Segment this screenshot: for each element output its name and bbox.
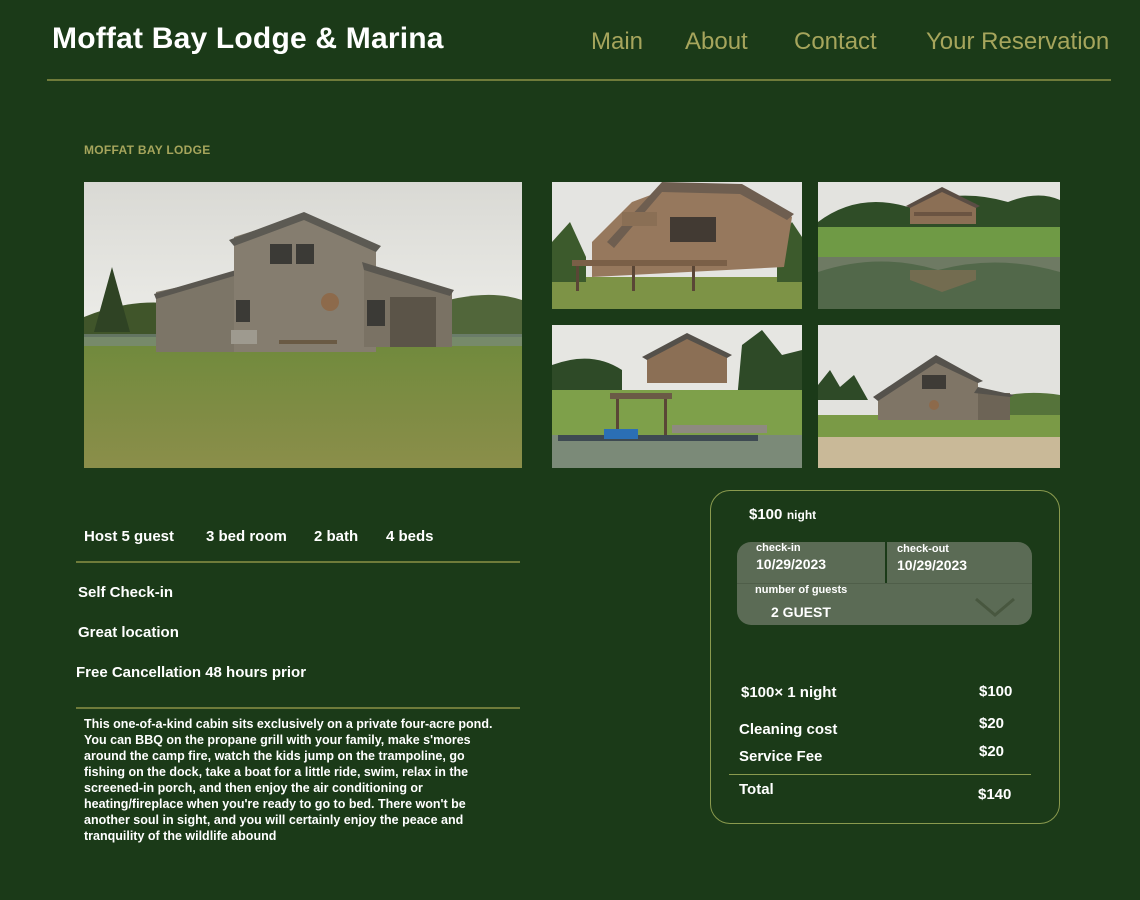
cabin-deck-photo[interactable] xyxy=(552,182,802,309)
booking-card: $100 night check-in 10/29/2023 check-out… xyxy=(710,490,1060,824)
checkin-field[interactable]: 10/29/2023 xyxy=(756,556,826,572)
features-divider xyxy=(76,707,520,709)
checkout-label: check-out xyxy=(897,543,949,555)
cleaning-line-label: Cleaning cost xyxy=(739,721,838,738)
guests-label: number of guests xyxy=(755,584,848,596)
facts-divider xyxy=(76,561,520,563)
price-unit: night xyxy=(786,508,817,522)
header-divider xyxy=(47,79,1111,81)
bedroom-count: 3 bed room xyxy=(206,528,287,545)
dock-photo[interactable] xyxy=(552,325,802,468)
feature-location: Great location xyxy=(78,624,179,641)
guests-select[interactable]: 2 GUEST xyxy=(771,604,831,620)
guest-count: Host 5 guest xyxy=(84,528,175,545)
date-divider xyxy=(885,542,887,583)
checkin-label: check-in xyxy=(756,542,801,554)
feature-self-checkin: Self Check-in xyxy=(78,584,174,601)
nightly-price: $100 night xyxy=(749,506,816,524)
service-fee-amount: $20 xyxy=(979,743,1005,760)
cabin-driveway-photo[interactable] xyxy=(818,325,1060,468)
bed-count: 4 beds xyxy=(386,528,434,545)
nav-contact-link[interactable]: Contact xyxy=(794,28,877,56)
nav-about-link[interactable]: About xyxy=(685,28,748,56)
property-facts: Host 5 guest 3 bed room 2 bath 4 beds xyxy=(0,528,600,548)
checkout-field[interactable]: 10/29/2023 xyxy=(897,557,967,573)
nightly-line-amount: $100 xyxy=(979,683,1013,700)
bath-count: 2 bath xyxy=(314,528,359,545)
cleaning-line-amount: $20 xyxy=(979,715,1005,732)
nav-reservation-link[interactable]: Your Reservation xyxy=(926,28,1109,56)
total-amount: $140 xyxy=(978,786,1012,803)
main-cabin-photo[interactable] xyxy=(84,182,522,468)
listing-description: This one-of-a-kind cabin sits exclusivel… xyxy=(84,717,493,843)
chevron-down-icon[interactable] xyxy=(973,596,1017,618)
feature-cancellation: Free Cancellation 48 hours prior xyxy=(76,664,307,681)
nightly-line-label: $100× 1 night xyxy=(741,684,837,701)
total-label: Total xyxy=(739,781,774,798)
service-fee-label: Service Fee xyxy=(739,748,823,765)
section-eyebrow: MOFFAT BAY LODGE xyxy=(84,143,211,157)
price-amount: $100 xyxy=(749,506,783,523)
booking-fields: check-in 10/29/2023 check-out 10/29/2023… xyxy=(737,542,1032,625)
main-nav: Main About Contact Your Reservation xyxy=(0,28,1140,58)
cabin-pond-photo[interactable] xyxy=(818,182,1060,309)
total-divider xyxy=(729,774,1031,775)
nav-main-link[interactable]: Main xyxy=(591,28,643,56)
